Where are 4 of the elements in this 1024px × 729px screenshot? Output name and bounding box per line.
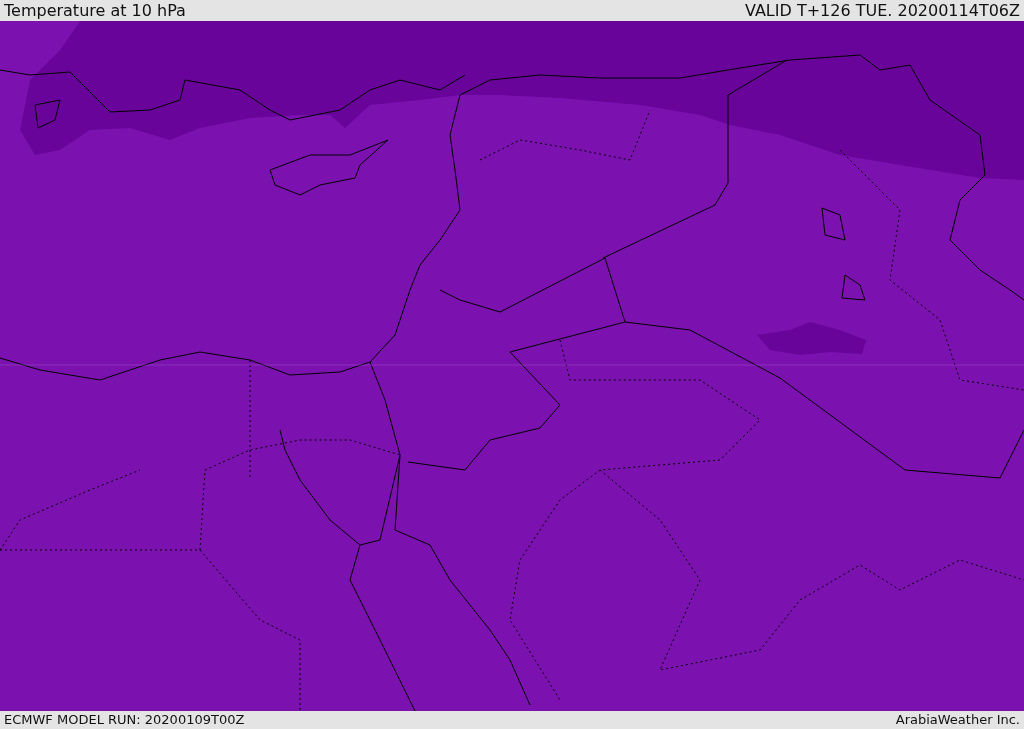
model-run-label: ECMWF MODEL RUN: 20200109T00Z: [4, 712, 245, 728]
credit-label: ArabiaWeather Inc.: [895, 712, 1020, 728]
valid-time: VALID T+126 TUE. 20200114T06Z: [745, 1, 1020, 21]
map-title: Temperature at 10 hPa: [4, 1, 186, 21]
